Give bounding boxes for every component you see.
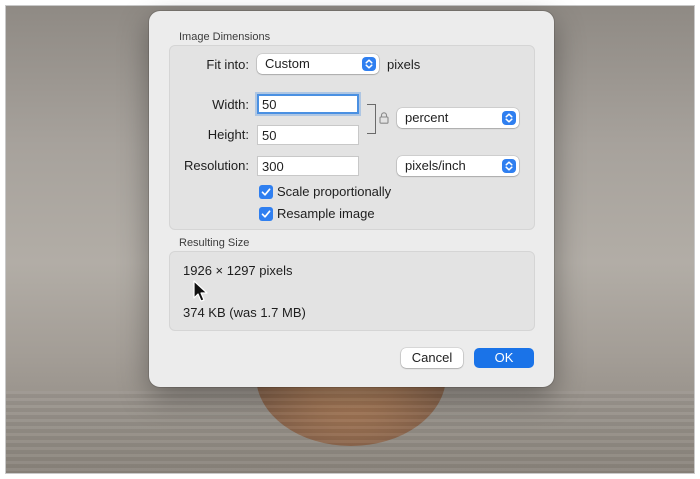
lock-icon[interactable] [379,111,389,124]
resulting-size-title: Resulting Size [179,237,250,249]
adjust-size-dialog: Image Dimensions Fit into: Custom pixels… [149,11,554,387]
height-label: Height: [207,127,249,142]
cancel-button[interactable]: Cancel [401,348,463,368]
popup-chevrons-icon [502,159,516,173]
proportion-link-bracket [367,104,376,134]
resulting-file-size: 374 KB (was 1.7 MB) [183,305,306,320]
fit-into-unit: pixels [387,57,421,72]
width-label: Width: [212,97,249,112]
popup-chevrons-icon [502,111,516,125]
resolution-label: Resolution: [183,158,249,173]
ok-button[interactable]: OK [474,348,534,368]
resolution-unit-value: pixels/inch [405,158,466,173]
checkmark-icon [261,210,271,218]
image-dimensions-title: Image Dimensions [179,31,271,43]
size-unit-popup[interactable]: percent [397,108,519,128]
popup-chevrons-icon [362,57,376,71]
resample-image-label: Resample image [277,206,375,221]
pointer-cursor-icon [193,280,209,304]
resample-image-checkbox[interactable] [259,207,273,221]
size-unit-value: percent [405,110,449,125]
height-field[interactable]: 50 [257,125,359,145]
fit-into-label: Fit into: [206,57,249,72]
checkmark-icon [261,188,271,196]
fit-into-popup[interactable]: Custom [257,54,379,74]
scale-proportionally-checkbox[interactable] [259,185,273,199]
resulting-pixels: 1926 × 1297 pixels [183,263,293,278]
fit-into-value: Custom [265,56,310,71]
resolution-field[interactable]: 300 [257,156,359,176]
scale-proportionally-label: Scale proportionally [277,184,392,199]
resolution-unit-popup[interactable]: pixels/inch [397,156,519,176]
width-field[interactable]: 50 [257,94,359,114]
